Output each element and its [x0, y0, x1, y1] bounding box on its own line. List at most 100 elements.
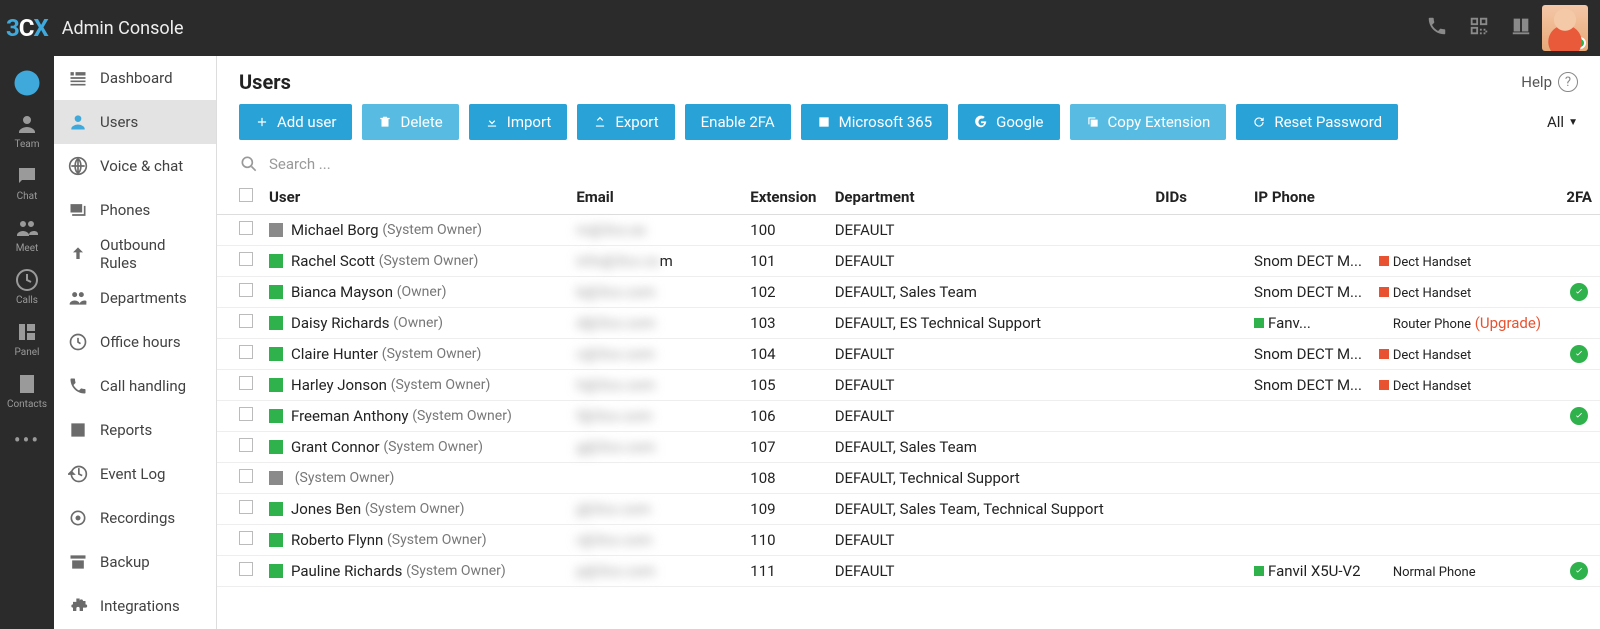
department: DEFAULT [827, 556, 1148, 587]
extension: 111 [742, 556, 826, 587]
table-row[interactable]: Grant Connor (System Owner)g@3cx.com107D… [217, 432, 1600, 463]
add-user-button[interactable]: Add user [239, 104, 352, 140]
sidebar-item-users[interactable]: Users [54, 100, 216, 144]
phone-label: Router Phone (Upgrade) [1371, 308, 1559, 339]
row-checkbox[interactable] [239, 252, 253, 266]
table-row[interactable]: Pauline Richards (System Owner)p@3cx.com… [217, 556, 1600, 587]
department: DEFAULT, Sales Team, Technical Support [827, 494, 1148, 525]
table-row[interactable]: Freeman Anthony (System Owner)f@3cx.com1… [217, 401, 1600, 432]
google-button[interactable]: Google [958, 104, 1059, 140]
delete-button[interactable]: Delete [362, 104, 458, 140]
sidebar-item-voice[interactable]: Voice & chat [54, 144, 216, 188]
rail-calls[interactable]: Calls [15, 268, 39, 306]
sidebar-item-office[interactable]: Office hours [54, 320, 216, 364]
col-ip[interactable]: IP Phone [1246, 180, 1371, 215]
table-row[interactable]: Roberto Flynn (System Owner)r@3cx.com110… [217, 525, 1600, 556]
table-row[interactable]: Bianca Mayson (Owner)b@3cx.com102DEFAULT… [217, 277, 1600, 308]
table-row[interactable]: Michael Borg (System Owner)m@3cx.ex100DE… [217, 215, 1600, 246]
col-user[interactable]: User [261, 180, 568, 215]
table-row[interactable]: Rachel Scott (System Owner)info@3cx.com1… [217, 246, 1600, 277]
col-dids[interactable]: DIDs [1147, 180, 1246, 215]
row-checkbox[interactable] [239, 283, 253, 297]
sidebar-item-label: Backup [100, 553, 150, 571]
extension: 107 [742, 432, 826, 463]
col-email[interactable]: Email [568, 180, 742, 215]
user-name: Daisy Richards [291, 314, 390, 332]
extension: 100 [742, 215, 826, 246]
row-checkbox[interactable] [239, 531, 253, 545]
email-blurred: d@3cx.com [576, 314, 655, 332]
phone-label [1371, 525, 1559, 556]
rail-panel[interactable]: Panel [15, 320, 40, 358]
rail-meet[interactable]: Meet [15, 216, 39, 254]
sidebar-item-departments[interactable]: Departments [54, 276, 216, 320]
sidebar-item-phones[interactable]: Phones [54, 188, 216, 232]
row-checkbox[interactable] [239, 345, 253, 359]
row-checkbox[interactable] [239, 314, 253, 328]
sidebar-item-eventlog[interactable]: Event Log [54, 452, 216, 496]
row-checkbox[interactable] [239, 438, 253, 452]
col-dept[interactable]: Department [827, 180, 1148, 215]
sidebar-item-integrations[interactable]: Integrations [54, 584, 216, 628]
row-checkbox[interactable] [239, 221, 253, 235]
reset-password-button[interactable]: Reset Password [1236, 104, 1398, 140]
rail-more[interactable]: ••• [14, 424, 40, 452]
extension: 106 [742, 401, 826, 432]
rail-team[interactable]: Team [15, 112, 40, 150]
sidebar-item-backup[interactable]: Backup [54, 540, 216, 584]
help-link[interactable]: Help? [1521, 72, 1578, 92]
search-input[interactable] [269, 155, 1578, 173]
table-row[interactable]: Daisy Richards (Owner)d@3cx.com103DEFAUL… [217, 308, 1600, 339]
sidebar-item-callhandling[interactable]: Call handling [54, 364, 216, 408]
table-row[interactable]: Harley Jonson (System Owner)h@3cx.com105… [217, 370, 1600, 401]
sidebar-item-label: Voice & chat [100, 157, 183, 175]
export-button[interactable]: Export [577, 104, 674, 140]
rail-admin-icon[interactable] [12, 68, 42, 98]
copy-extension-button[interactable]: Copy Extension [1070, 104, 1227, 140]
department: DEFAULT [827, 339, 1148, 370]
department: DEFAULT, Sales Team [827, 432, 1148, 463]
enable-2fa-button[interactable]: Enable 2FA [685, 104, 791, 140]
department: DEFAULT [827, 215, 1148, 246]
sidebar-item-reports[interactable]: Reports [54, 408, 216, 452]
table-row[interactable]: Jones Ben (System Owner)j@3cx.com109DEFA… [217, 494, 1600, 525]
table-row[interactable]: Claire Hunter (System Owner)c@3cx.com104… [217, 339, 1600, 370]
row-checkbox[interactable] [239, 469, 253, 483]
department: DEFAULT, ES Technical Support [827, 308, 1148, 339]
email-blurred: p@3cx.com [576, 562, 655, 580]
history-icon [68, 464, 88, 484]
user-role: (System Owner) [295, 470, 395, 486]
dial-icon[interactable] [1426, 15, 1448, 41]
department: DEFAULT, Technical Support [827, 463, 1148, 494]
globe-icon [68, 156, 88, 176]
user-name: Jones Ben [291, 500, 361, 518]
table-row[interactable]: (System Owner)108DEFAULT, Technical Supp… [217, 463, 1600, 494]
row-checkbox[interactable] [239, 407, 253, 421]
qr-icon[interactable] [1468, 15, 1490, 41]
sidebar-item-label: Call handling [100, 377, 186, 395]
row-checkbox[interactable] [239, 500, 253, 514]
sidebar-item-outbound[interactable]: Outbound Rules [54, 232, 216, 276]
user-name: Pauline Richards [291, 562, 402, 580]
m365-button[interactable]: Microsoft 365 [801, 104, 949, 140]
sidebar-item-label: Phones [100, 201, 150, 219]
toolbar: Add user Delete Import Export Enable 2FA… [217, 104, 1600, 150]
phone-label [1371, 463, 1559, 494]
filter-dropdown[interactable]: All▼ [1547, 113, 1578, 131]
col-2fa[interactable]: 2FA [1558, 180, 1600, 215]
row-checkbox[interactable] [239, 376, 253, 390]
rail-chat[interactable]: Chat [15, 164, 39, 202]
sidebar-item-recordings[interactable]: Recordings [54, 496, 216, 540]
import-button[interactable]: Import [469, 104, 568, 140]
col-ext[interactable]: Extension [742, 180, 826, 215]
book-icon[interactable] [1510, 15, 1532, 41]
select-all-checkbox[interactable] [239, 188, 253, 202]
sidebar-item-dashboard[interactable]: Dashboard [54, 56, 216, 100]
row-checkbox[interactable] [239, 562, 253, 576]
ip-phone [1246, 494, 1371, 525]
email-blurred: j@3cx.com [576, 500, 650, 518]
rail-contacts[interactable]: Contacts [7, 372, 47, 410]
user-role: (System Owner) [391, 377, 491, 393]
user-avatar[interactable] [1542, 5, 1588, 51]
check-icon [1570, 345, 1588, 363]
